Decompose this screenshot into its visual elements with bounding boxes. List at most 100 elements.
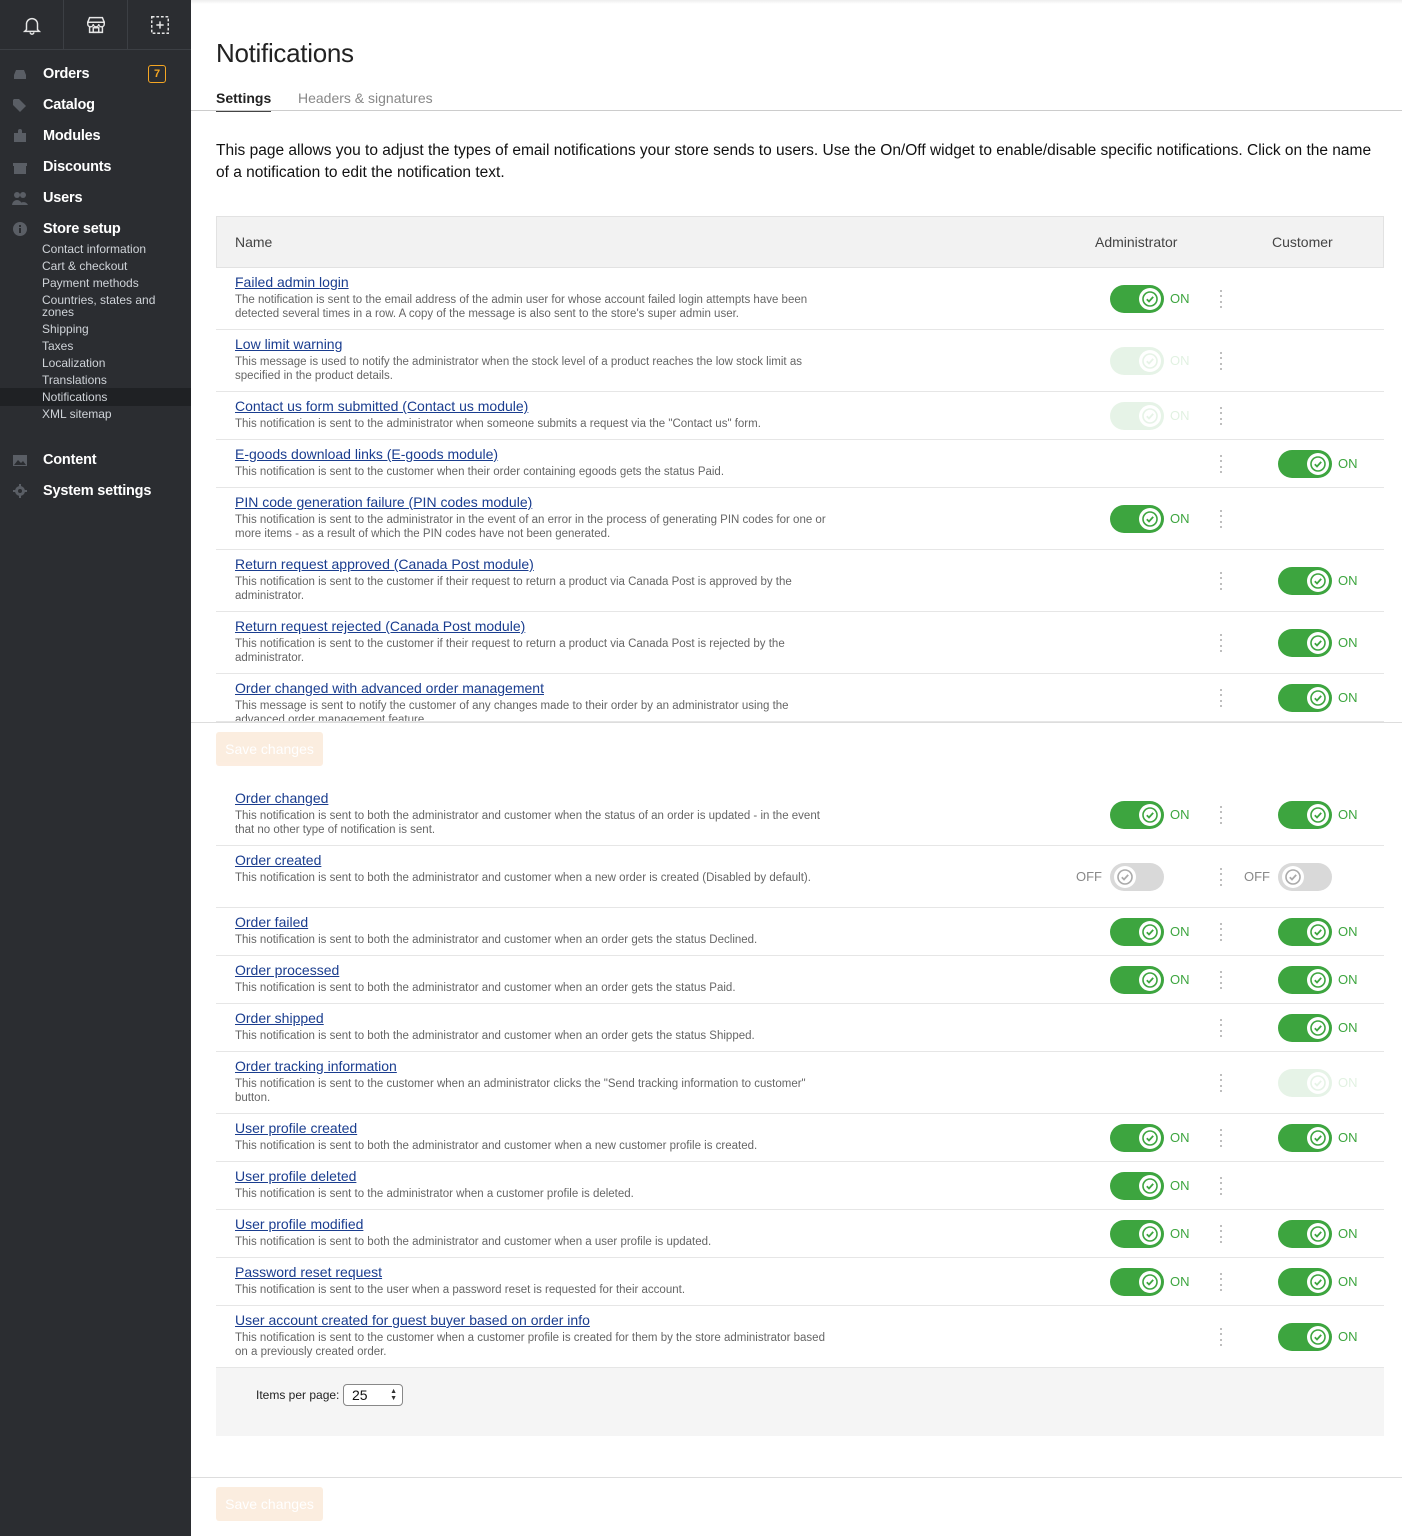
more-options-icon[interactable] [1219, 1177, 1223, 1195]
sidebar-subitem-notifications[interactable]: Notifications [0, 388, 191, 406]
notification-title-link[interactable]: PIN code generation failure (PIN codes m… [235, 494, 532, 510]
customer-toggle-label: ON [1338, 1274, 1358, 1289]
tab-headers-signatures[interactable]: Headers & signatures [298, 90, 433, 106]
more-options-icon[interactable] [1219, 868, 1223, 886]
customer-toggle[interactable] [1278, 684, 1332, 712]
notification-title-link[interactable]: E-goods download links (E-goods module) [235, 446, 498, 462]
customer-toggle[interactable] [1278, 1323, 1332, 1351]
bell-icon[interactable] [0, 0, 64, 49]
admin-toggle[interactable] [1110, 1268, 1164, 1296]
save-changes-button-bottom[interactable]: Save changes [216, 1487, 323, 1521]
notification-title-link[interactable]: Low limit warning [235, 336, 342, 352]
more-options-icon[interactable] [1219, 1273, 1223, 1291]
more-options-icon[interactable] [1219, 572, 1223, 590]
more-options-icon[interactable] [1219, 1129, 1223, 1147]
more-options-icon[interactable] [1219, 1019, 1223, 1037]
admin-toggle[interactable] [1110, 285, 1164, 313]
admin-toggle[interactable] [1110, 801, 1164, 829]
notification-title-link[interactable]: Order processed [235, 962, 339, 978]
sidebar-subitem-shipping[interactable]: Shipping [0, 323, 191, 337]
notification-title-link[interactable]: Order tracking information [235, 1058, 397, 1074]
save-changes-button[interactable]: Save changes [216, 732, 323, 766]
check-icon [1307, 804, 1329, 826]
admin-toggle[interactable] [1110, 505, 1164, 533]
more-options-icon[interactable] [1219, 806, 1223, 824]
customer-toggle[interactable] [1278, 1014, 1332, 1042]
customer-toggle[interactable] [1278, 863, 1332, 891]
sidebar-subitem-localization[interactable]: Localization [0, 357, 191, 371]
notification-description: This notification is sent to the adminis… [235, 514, 826, 540]
more-options-icon[interactable] [1219, 923, 1223, 941]
notification-title-link[interactable]: Failed admin login [235, 274, 349, 290]
customer-toggle[interactable] [1278, 450, 1332, 478]
more-options-icon[interactable] [1219, 510, 1223, 528]
items-per-page-select[interactable]: 25 ▲ ▼ [343, 1384, 403, 1406]
check-icon [1139, 1223, 1161, 1245]
more-options-icon[interactable] [1219, 455, 1223, 473]
notification-title-link[interactable]: Order changed [235, 790, 328, 806]
more-options-icon[interactable] [1219, 407, 1223, 425]
notification-title-link[interactable]: Password reset request [235, 1264, 382, 1280]
admin-toggle[interactable] [1110, 918, 1164, 946]
sidebar-subitem-taxes[interactable]: Taxes [0, 340, 191, 354]
notification-title-link[interactable]: Return request rejected (Canada Post mod… [235, 618, 525, 634]
customer-toggle[interactable] [1278, 966, 1332, 994]
customer-toggle[interactable] [1278, 629, 1332, 657]
notification-title-link[interactable]: Order shipped [235, 1010, 324, 1026]
admin-toggle-label: ON [1170, 511, 1190, 526]
admin-toggle[interactable] [1110, 1220, 1164, 1248]
tab-settings[interactable]: Settings [216, 90, 272, 112]
notification-title-link[interactable]: Contact us form submitted (Contact us mo… [235, 398, 528, 414]
notification-title-link[interactable]: Order changed with advanced order manage… [235, 680, 544, 696]
admin-toggle[interactable] [1110, 402, 1164, 430]
sidebar-subitem-translations[interactable]: Translations [0, 374, 191, 388]
sidebar-item-discounts[interactable]: Discounts [0, 155, 191, 179]
admin-toggle-label: ON [1170, 1178, 1190, 1193]
items-per-page-label: Items per page: [256, 1388, 340, 1402]
more-options-icon[interactable] [1219, 1074, 1223, 1092]
more-options-icon[interactable] [1219, 634, 1223, 652]
customer-toggle[interactable] [1278, 918, 1332, 946]
more-options-icon[interactable] [1219, 971, 1223, 989]
sidebar-subitem-contact-information[interactable]: Contact information [0, 243, 191, 257]
customer-toggle[interactable] [1278, 567, 1332, 595]
sidebar-item-store-setup[interactable]: Store setup [0, 217, 191, 241]
sidebar-subitem-cart-checkout[interactable]: Cart & checkout [0, 260, 191, 274]
notification-title-link[interactable]: Return request approved (Canada Post mod… [235, 556, 534, 572]
more-options-icon[interactable] [1219, 1225, 1223, 1243]
table-row: Order shipped This notification is sent t… [216, 1004, 1384, 1052]
sidebar-item-modules[interactable]: Modules [0, 124, 191, 148]
notification-title-link[interactable]: User profile created [235, 1120, 357, 1136]
notification-title-link[interactable]: Order created [235, 852, 321, 868]
more-options-icon[interactable] [1219, 689, 1223, 707]
admin-toggle[interactable] [1110, 347, 1164, 375]
notification-title-link[interactable]: User profile deleted [235, 1168, 356, 1184]
add-icon[interactable] [128, 0, 191, 49]
sidebar-item-content[interactable]: Content [0, 448, 191, 472]
admin-toggle[interactable] [1110, 1124, 1164, 1152]
customer-toggle[interactable] [1278, 1268, 1332, 1296]
store-icon[interactable] [64, 0, 128, 49]
admin-toggle[interactable] [1110, 966, 1164, 994]
notification-title-link[interactable]: Order failed [235, 914, 308, 930]
sidebar-item-system-settings[interactable]: System settings [0, 479, 191, 503]
more-options-icon[interactable] [1219, 352, 1223, 370]
sidebar-subitem-countries[interactable]: Countries, states and zones [0, 294, 191, 320]
sidebar-subitem-payment-methods[interactable]: Payment methods [0, 277, 191, 291]
check-icon [1307, 1127, 1329, 1149]
sidebar-item-catalog[interactable]: Catalog [0, 93, 191, 117]
notification-title-link[interactable]: User account created for guest buyer bas… [235, 1312, 590, 1328]
more-options-icon[interactable] [1219, 1328, 1223, 1346]
notification-description: This notification is sent to the user wh… [235, 1284, 686, 1296]
admin-toggle[interactable] [1110, 863, 1164, 891]
admin-toggle[interactable] [1110, 1172, 1164, 1200]
sidebar-item-orders[interactable]: Orders 7 [0, 62, 191, 86]
customer-toggle[interactable] [1278, 1124, 1332, 1152]
customer-toggle[interactable] [1278, 1220, 1332, 1248]
notification-title-link[interactable]: User profile modified [235, 1216, 363, 1232]
sidebar-item-users[interactable]: Users [0, 186, 191, 210]
more-options-icon[interactable] [1219, 290, 1223, 308]
customer-toggle[interactable] [1278, 801, 1332, 829]
customer-toggle[interactable] [1278, 1069, 1332, 1097]
sidebar-subitem-xml-sitemap[interactable]: XML sitemap [0, 408, 191, 422]
